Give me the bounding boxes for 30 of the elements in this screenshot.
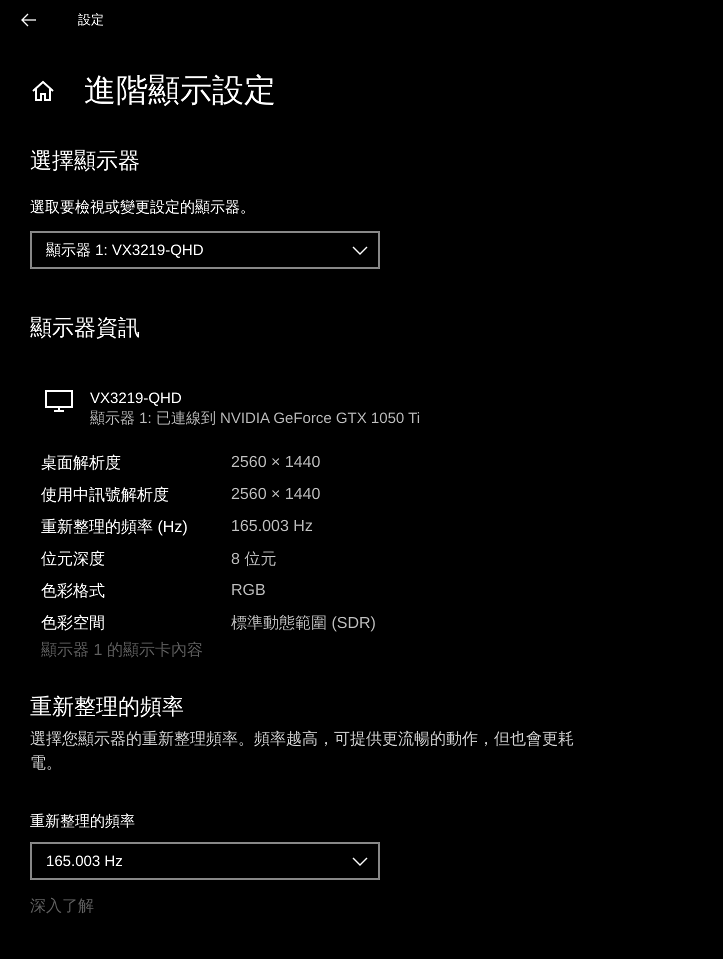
page-title: 進階顯示設定 <box>84 71 276 110</box>
home-button[interactable] <box>30 78 56 104</box>
section-heading: 顯示器資訊 <box>30 314 141 342</box>
monitor-connection: 顯示器 1: 已連線到 NVIDIA GeForce GTX 1050 Ti <box>90 409 420 429</box>
monitor-name: VX3219-QHD <box>90 389 183 409</box>
monitor-icon <box>44 389 74 413</box>
info-value: 2560 × 1440 <box>231 454 322 472</box>
display-dropdown[interactable]: 顯示器 1: VX3219-QHD <box>30 231 380 269</box>
description: 選取要檢視或變更設定的顯示器。 <box>30 198 256 218</box>
home-icon <box>31 80 55 102</box>
field-label: 重新整理的頻率 <box>30 812 136 832</box>
chevron-down-icon <box>352 246 368 254</box>
info-value: 2560 × 1440 <box>231 486 322 504</box>
info-label: 使用中訊號解析度 <box>41 486 170 506</box>
info-label: 位元深度 <box>41 550 106 570</box>
info-value: 165.003 Hz <box>231 518 314 536</box>
info-label: 色彩格式 <box>41 582 106 602</box>
info-value: 8 位元 <box>231 550 278 570</box>
refresh-rate-dropdown[interactable]: 165.003 Hz <box>30 842 380 880</box>
window-title: 設定 <box>78 11 104 29</box>
info-value: RGB <box>231 582 267 600</box>
info-value: 標準動態範圍 (SDR) <box>231 614 377 634</box>
info-label: 色彩空間 <box>41 614 106 634</box>
chevron-down-icon <box>352 856 368 866</box>
section-heading: 重新整理的頻率 <box>30 693 185 721</box>
info-label: 桌面解析度 <box>41 454 122 474</box>
back-arrow-icon <box>21 13 37 27</box>
info-label: 重新整理的頻率 (Hz) <box>41 518 189 538</box>
description: 選擇您顯示器的重新整理頻率。頻率越高，可提供更流暢的動作，但也會更耗電。 <box>30 730 575 774</box>
section-heading: 選擇顯示器 <box>30 147 141 175</box>
